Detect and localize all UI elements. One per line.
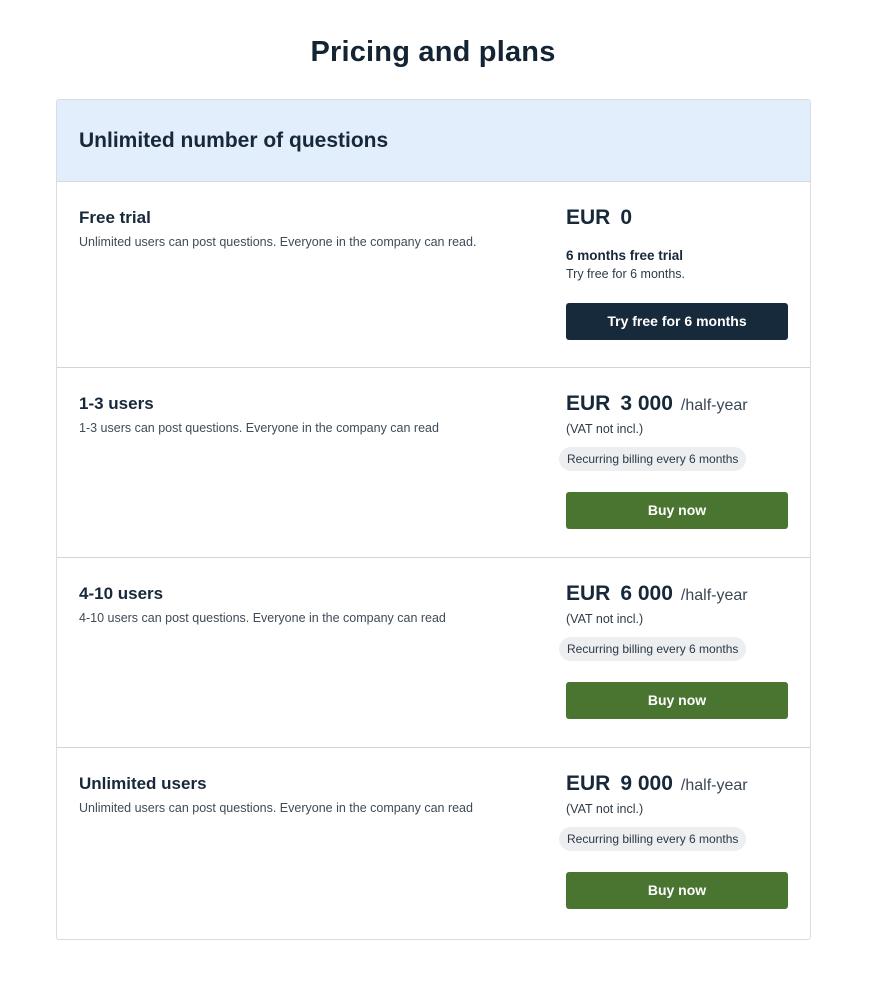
buy-now-button[interactable]: Buy now <box>566 682 788 719</box>
pricing-card-header: Unlimited number of questions <box>57 100 810 182</box>
price: EUR 6 000 /half-year <box>566 582 788 606</box>
billing-badge: Recurring billing every 6 months <box>559 637 747 661</box>
plan-name: 4-10 users <box>79 584 164 603</box>
vat-note: (VAT not incl.) <box>566 612 644 626</box>
plan-name: 1-3 users <box>79 394 154 413</box>
price-currency: EUR <box>566 582 611 605</box>
buy-now-button[interactable]: Buy now <box>566 872 788 909</box>
price-currency: EUR <box>566 772 611 795</box>
buy-now-button[interactable]: Buy now <box>566 492 788 529</box>
price-period: /half-year <box>680 397 748 414</box>
plan-description: 1-3 users can post questions. Everyone i… <box>79 421 439 435</box>
vat-note: (VAT not incl.) <box>566 422 644 436</box>
plan-name: Unlimited users <box>79 774 207 793</box>
vat-note: (VAT not incl.) <box>566 802 644 816</box>
price-amount: 0 <box>620 206 633 229</box>
plan-row-unlimited-users: Unlimited users Unlimited users can post… <box>57 748 810 939</box>
try-free-button[interactable]: Try free for 6 months <box>566 303 788 340</box>
plan-description: Unlimited users can post questions. Ever… <box>79 801 473 815</box>
price-amount: 9 000 <box>620 772 673 795</box>
plan-info: 1-3 users 1-3 users can post questions. … <box>79 394 539 436</box>
plan-row-4-10-users: 4-10 users 4-10 users can post questions… <box>57 558 810 748</box>
price-amount: 6 000 <box>620 582 673 605</box>
plan-row-1-3-users: 1-3 users 1-3 users can post questions. … <box>57 368 810 558</box>
plan-row-free-trial: Free trial Unlimited users can post ques… <box>57 182 810 368</box>
price-amount: 3 000 <box>620 392 673 415</box>
price: EUR 9 000 /half-year <box>566 772 788 796</box>
page-title: Pricing and plans <box>310 36 556 68</box>
pricing-card: Unlimited number of questions Free trial… <box>56 99 811 940</box>
plan-pricing: EUR 3 000 /half-year (VAT not incl.) Rec… <box>559 392 788 529</box>
plan-description: 4-10 users can post questions. Everyone … <box>79 611 446 625</box>
plan-pricing: EUR 0 6 months free trial Try free for 6… <box>566 206 788 340</box>
price-currency: EUR <box>566 206 611 229</box>
plan-info: Unlimited users Unlimited users can post… <box>79 774 539 816</box>
price-period: /half-year <box>680 777 748 794</box>
trial-subtitle: Try free for 6 months. <box>566 267 686 281</box>
plan-pricing: EUR 6 000 /half-year (VAT not incl.) Rec… <box>559 582 788 719</box>
billing-badge: Recurring billing every 6 months <box>559 447 747 471</box>
trial-title: 6 months free trial <box>566 248 684 263</box>
billing-badge: Recurring billing every 6 months <box>559 827 747 851</box>
plan-description: Unlimited users can post questions. Ever… <box>79 235 477 249</box>
price-currency: EUR <box>566 392 611 415</box>
pricing-card-title: Unlimited number of questions <box>79 128 389 152</box>
plan-name: Free trial <box>79 208 151 227</box>
price: EUR 0 <box>566 206 788 230</box>
plan-info: 4-10 users 4-10 users can post questions… <box>79 584 539 626</box>
plan-pricing: EUR 9 000 /half-year (VAT not incl.) Rec… <box>559 772 788 909</box>
price: EUR 3 000 /half-year <box>566 392 788 416</box>
price-period: /half-year <box>680 587 748 604</box>
plan-info: Free trial Unlimited users can post ques… <box>79 208 539 250</box>
